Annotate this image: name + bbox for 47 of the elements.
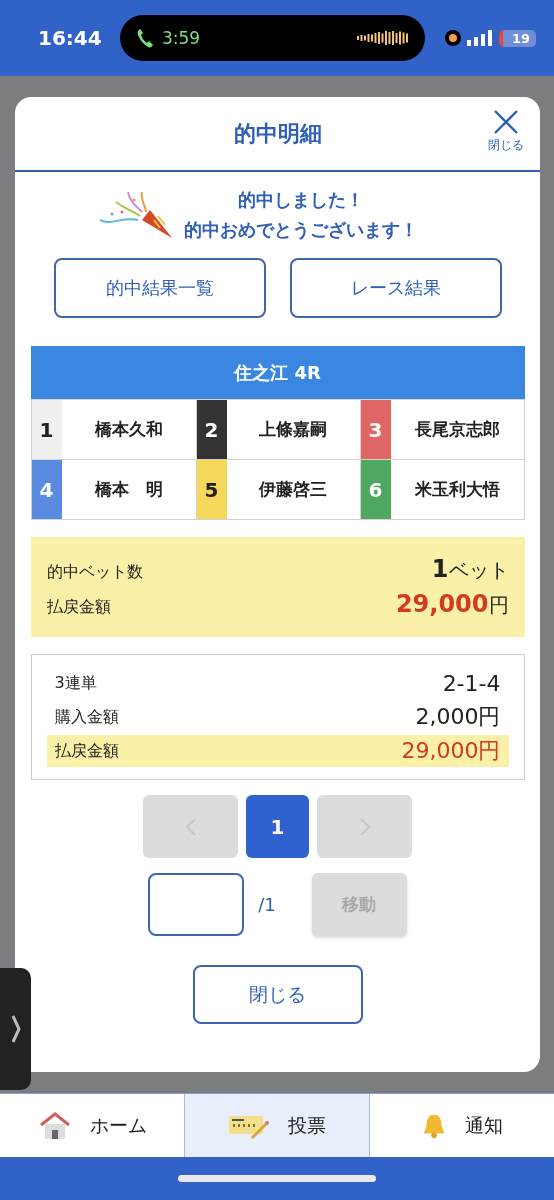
phone-icon <box>136 28 154 48</box>
unit-label: 円 <box>488 592 509 619</box>
page-number-field[interactable] <box>148 873 245 936</box>
racer-name: 伊藤啓三 <box>258 478 328 501</box>
side-drawer-tab[interactable] <box>0 968 31 1090</box>
chevron-right-icon <box>10 1014 21 1044</box>
racer-name: 橋本久和 <box>93 418 164 441</box>
close-button[interactable]: 閉じる <box>192 965 363 1024</box>
boat-number: 6 <box>360 460 391 519</box>
racer-name: 橋本 明 <box>93 478 164 501</box>
summary-value: 1 <box>431 555 449 583</box>
modal-title: 的中明細 <box>233 119 322 148</box>
recording-dot-icon <box>445 30 461 46</box>
result-link-button[interactable]: レース結果 <box>289 258 502 318</box>
boat-number: 1 <box>31 400 62 459</box>
page-total: /1 <box>258 894 276 915</box>
boat-number: 5 <box>196 460 227 519</box>
summary-label: 的中ベット数 <box>46 562 143 583</box>
result-link-button[interactable]: 的中結果一覧 <box>53 258 266 318</box>
waveform-icon <box>357 30 409 46</box>
summary-label: 払戻金額 <box>46 597 111 618</box>
call-timer: 3:59 <box>162 28 201 48</box>
boat-number: 4 <box>31 460 62 519</box>
boat-number: 2 <box>196 400 227 459</box>
page-button[interactable]: 1 <box>246 795 309 858</box>
unit-label: ベット <box>448 557 509 584</box>
clock-time: 16:44 <box>38 26 100 50</box>
house-icon <box>37 1111 72 1140</box>
congratulation-message: 的中しました！ <box>237 188 364 212</box>
bet-label: 購入金額 <box>54 706 119 728</box>
close-button[interactable]: 閉じる <box>488 109 524 154</box>
close-icon <box>493 109 519 135</box>
signal-icon <box>467 30 493 46</box>
bet-value: 29,000円 <box>401 737 501 765</box>
bet-value: 2,000円 <box>415 703 501 731</box>
bet-label: 3連単 <box>54 672 97 694</box>
bet-value: 2-1-4 <box>442 670 501 696</box>
congratulation-message: 的中おめでとうございます！ <box>183 218 418 242</box>
racer-name: 長尾京志郎 <box>413 418 501 441</box>
boat-number: 3 <box>360 400 391 459</box>
summary-value: 29,000 <box>395 590 489 618</box>
bet-label: 払戻金額 <box>54 740 119 762</box>
racer-name: 上條嘉嗣 <box>258 418 328 441</box>
race-title: 住之江 4R <box>30 346 525 399</box>
nav-tab[interactable]: 投票 <box>184 1094 370 1157</box>
racer-name: 米玉利大悟 <box>413 478 501 501</box>
battery-level: 19 <box>499 29 537 47</box>
